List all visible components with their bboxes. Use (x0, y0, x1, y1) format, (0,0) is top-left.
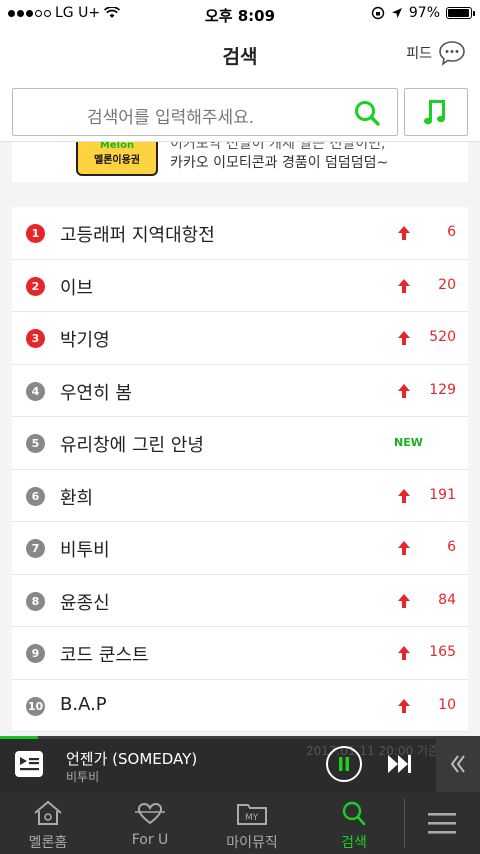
tab-melon-home[interactable]: 멜론홈 (4, 792, 92, 854)
keyword-title: 고등래퍼 지역대항전 (60, 225, 215, 246)
rank-badge: 4 (26, 381, 45, 401)
tab-label: 멜론홈 (28, 835, 68, 851)
mini-player[interactable]: 2017.01.11 20:00 기준 언젠가 (SOMEDAY) 비투비 (0, 736, 480, 792)
hamburger-menu-icon[interactable] (426, 808, 458, 838)
rank-up-arrow-icon (398, 488, 410, 503)
keyword-title: 유리창에 그린 안녕 (60, 435, 204, 456)
rank-change-value: 20 (438, 276, 456, 293)
rank-up-arrow-icon (398, 278, 410, 293)
tab-bar: 멜론홈 For U MY 마이뮤직 검색 (0, 792, 480, 854)
rank-badge: 8 (26, 591, 45, 611)
banner-text-line2: 카카오 이모티콘과 경품이 덤덤덤덤~ (170, 155, 389, 171)
keyword-title: 코드 쿤스트 (60, 645, 149, 666)
rank-change-value: 6 (447, 224, 456, 240)
search-icon (342, 801, 366, 826)
pause-button[interactable] (326, 746, 362, 782)
tab-divider (404, 798, 405, 848)
tab-label: For U (131, 832, 169, 848)
for-u-icon (135, 803, 165, 825)
chart-timestamp: 2017.01.11 20:00 기준 (306, 744, 439, 758)
svg-text:MY: MY (245, 813, 259, 823)
now-playing-title: 언젠가 (SOMEDAY) (66, 750, 198, 768)
rank-up-arrow-icon (398, 593, 410, 608)
rank-badge: 2 (26, 276, 45, 296)
now-playing-artist: 비투비 (66, 770, 100, 784)
search-row: 검색어를 입력해주세요. (0, 80, 480, 142)
rank-badge: 10 (26, 696, 45, 716)
rank-change-value: 129 (429, 381, 456, 398)
keyword-title: 이브 (60, 277, 94, 299)
my-music-icon: MY (237, 804, 267, 825)
rank-change-value: 10 (438, 696, 456, 713)
rank-up-arrow-icon (398, 226, 410, 240)
search-input[interactable]: 검색어를 입력해주세요. (12, 88, 398, 136)
tab-label: 검색 (341, 835, 367, 851)
speech-bubble-icon (439, 41, 465, 66)
rank-up-arrow-icon (398, 541, 410, 555)
rank-change-value: 6 (447, 539, 456, 555)
rank-badge: 1 (26, 224, 45, 243)
player-expand-button[interactable] (436, 736, 480, 792)
ranking-row[interactable]: 9 코드 쿤스트 165 (12, 627, 468, 680)
keyword-title: 윤종신 (60, 592, 110, 614)
nav-bar: 검색 피드 (0, 28, 480, 80)
voucher-brand: Melon (99, 142, 135, 151)
new-badge: NEW (394, 436, 423, 449)
double-chevron-left-icon (450, 755, 465, 773)
rank-badge: 6 (26, 486, 45, 506)
ranking-row[interactable]: 6 환희 191 (12, 470, 468, 522)
music-note-icon (424, 100, 445, 125)
search-icon[interactable] (353, 99, 381, 127)
feed-button[interactable]: 피드 (406, 40, 466, 66)
keyword-title: 우연히 봄 (60, 382, 132, 404)
music-recognition-button[interactable] (404, 88, 468, 136)
home-icon (34, 800, 62, 825)
status-bar: LG U+ 오후 8:09 97% (0, 0, 480, 28)
playback-progress[interactable] (0, 736, 480, 739)
battery-percent: 97% (408, 5, 440, 21)
playlist-icon[interactable] (14, 750, 44, 778)
rank-up-arrow-icon (398, 646, 410, 660)
keyword-title: B.A.P (60, 693, 107, 715)
rank-change-value: 84 (438, 591, 456, 608)
tab-search[interactable]: 검색 (310, 792, 398, 854)
keyword-title: 비투비 (60, 540, 110, 561)
rank-up-arrow-icon (398, 698, 410, 713)
feed-label: 피드 (406, 46, 432, 62)
ranking-row[interactable]: 10 B.A.P 10 (12, 680, 468, 732)
rank-change-value: 191 (429, 486, 456, 503)
pause-icon (339, 757, 349, 771)
rank-badge: 3 (26, 329, 45, 348)
ranking-row[interactable]: 4 우연히 봄 129 (12, 365, 468, 417)
rank-badge: 7 (26, 539, 45, 558)
melon-voucher-icon: Melon 멜론이용권 (76, 142, 158, 176)
rank-badge: 5 (26, 434, 45, 453)
promo-banner[interactable]: Melon 멜론이용권 이커보악 선달이 개체 알든 선달이면, 카카오 이모티… (12, 142, 468, 182)
search-placeholder: 검색어를 입력해주세요. (87, 108, 255, 128)
rank-change-value: 165 (429, 644, 456, 660)
rank-badge: 9 (26, 644, 45, 663)
tab-label: 마이뮤직 (226, 835, 278, 851)
rank-up-arrow-icon (398, 331, 410, 345)
ranking-row[interactable]: 5 유리창에 그린 안녕 NEW (12, 417, 468, 470)
ranking-row[interactable]: 1 고등래퍼 지역대항전 6 (12, 207, 468, 260)
rank-change-value: 520 (429, 329, 456, 345)
location-icon (391, 8, 402, 18)
tab-for-u[interactable]: For U (106, 792, 194, 854)
status-right: 97% (371, 5, 475, 21)
ranking-row[interactable]: 7 비투비 6 (12, 522, 468, 575)
keyword-title: 박기영 (60, 330, 110, 351)
voucher-label: 멜론이용권 (94, 155, 140, 166)
ranking-row[interactable]: 2 이브 20 (12, 260, 468, 312)
next-track-icon[interactable] (386, 752, 414, 776)
rank-up-arrow-icon (398, 383, 410, 398)
keyword-title: 환희 (60, 487, 94, 509)
orientation-lock-icon (371, 6, 385, 20)
search-ranking-list: 1 고등래퍼 지역대항전 6 2 이브 20 3 박기영 520 4 우연히 봄 129 5 유리창에 그… (12, 207, 468, 732)
tab-my-music[interactable]: MY 마이뮤직 (208, 792, 296, 854)
ranking-row[interactable]: 8 윤종신 84 (12, 575, 468, 627)
battery-icon (446, 7, 475, 19)
ranking-row[interactable]: 3 박기영 520 (12, 312, 468, 365)
